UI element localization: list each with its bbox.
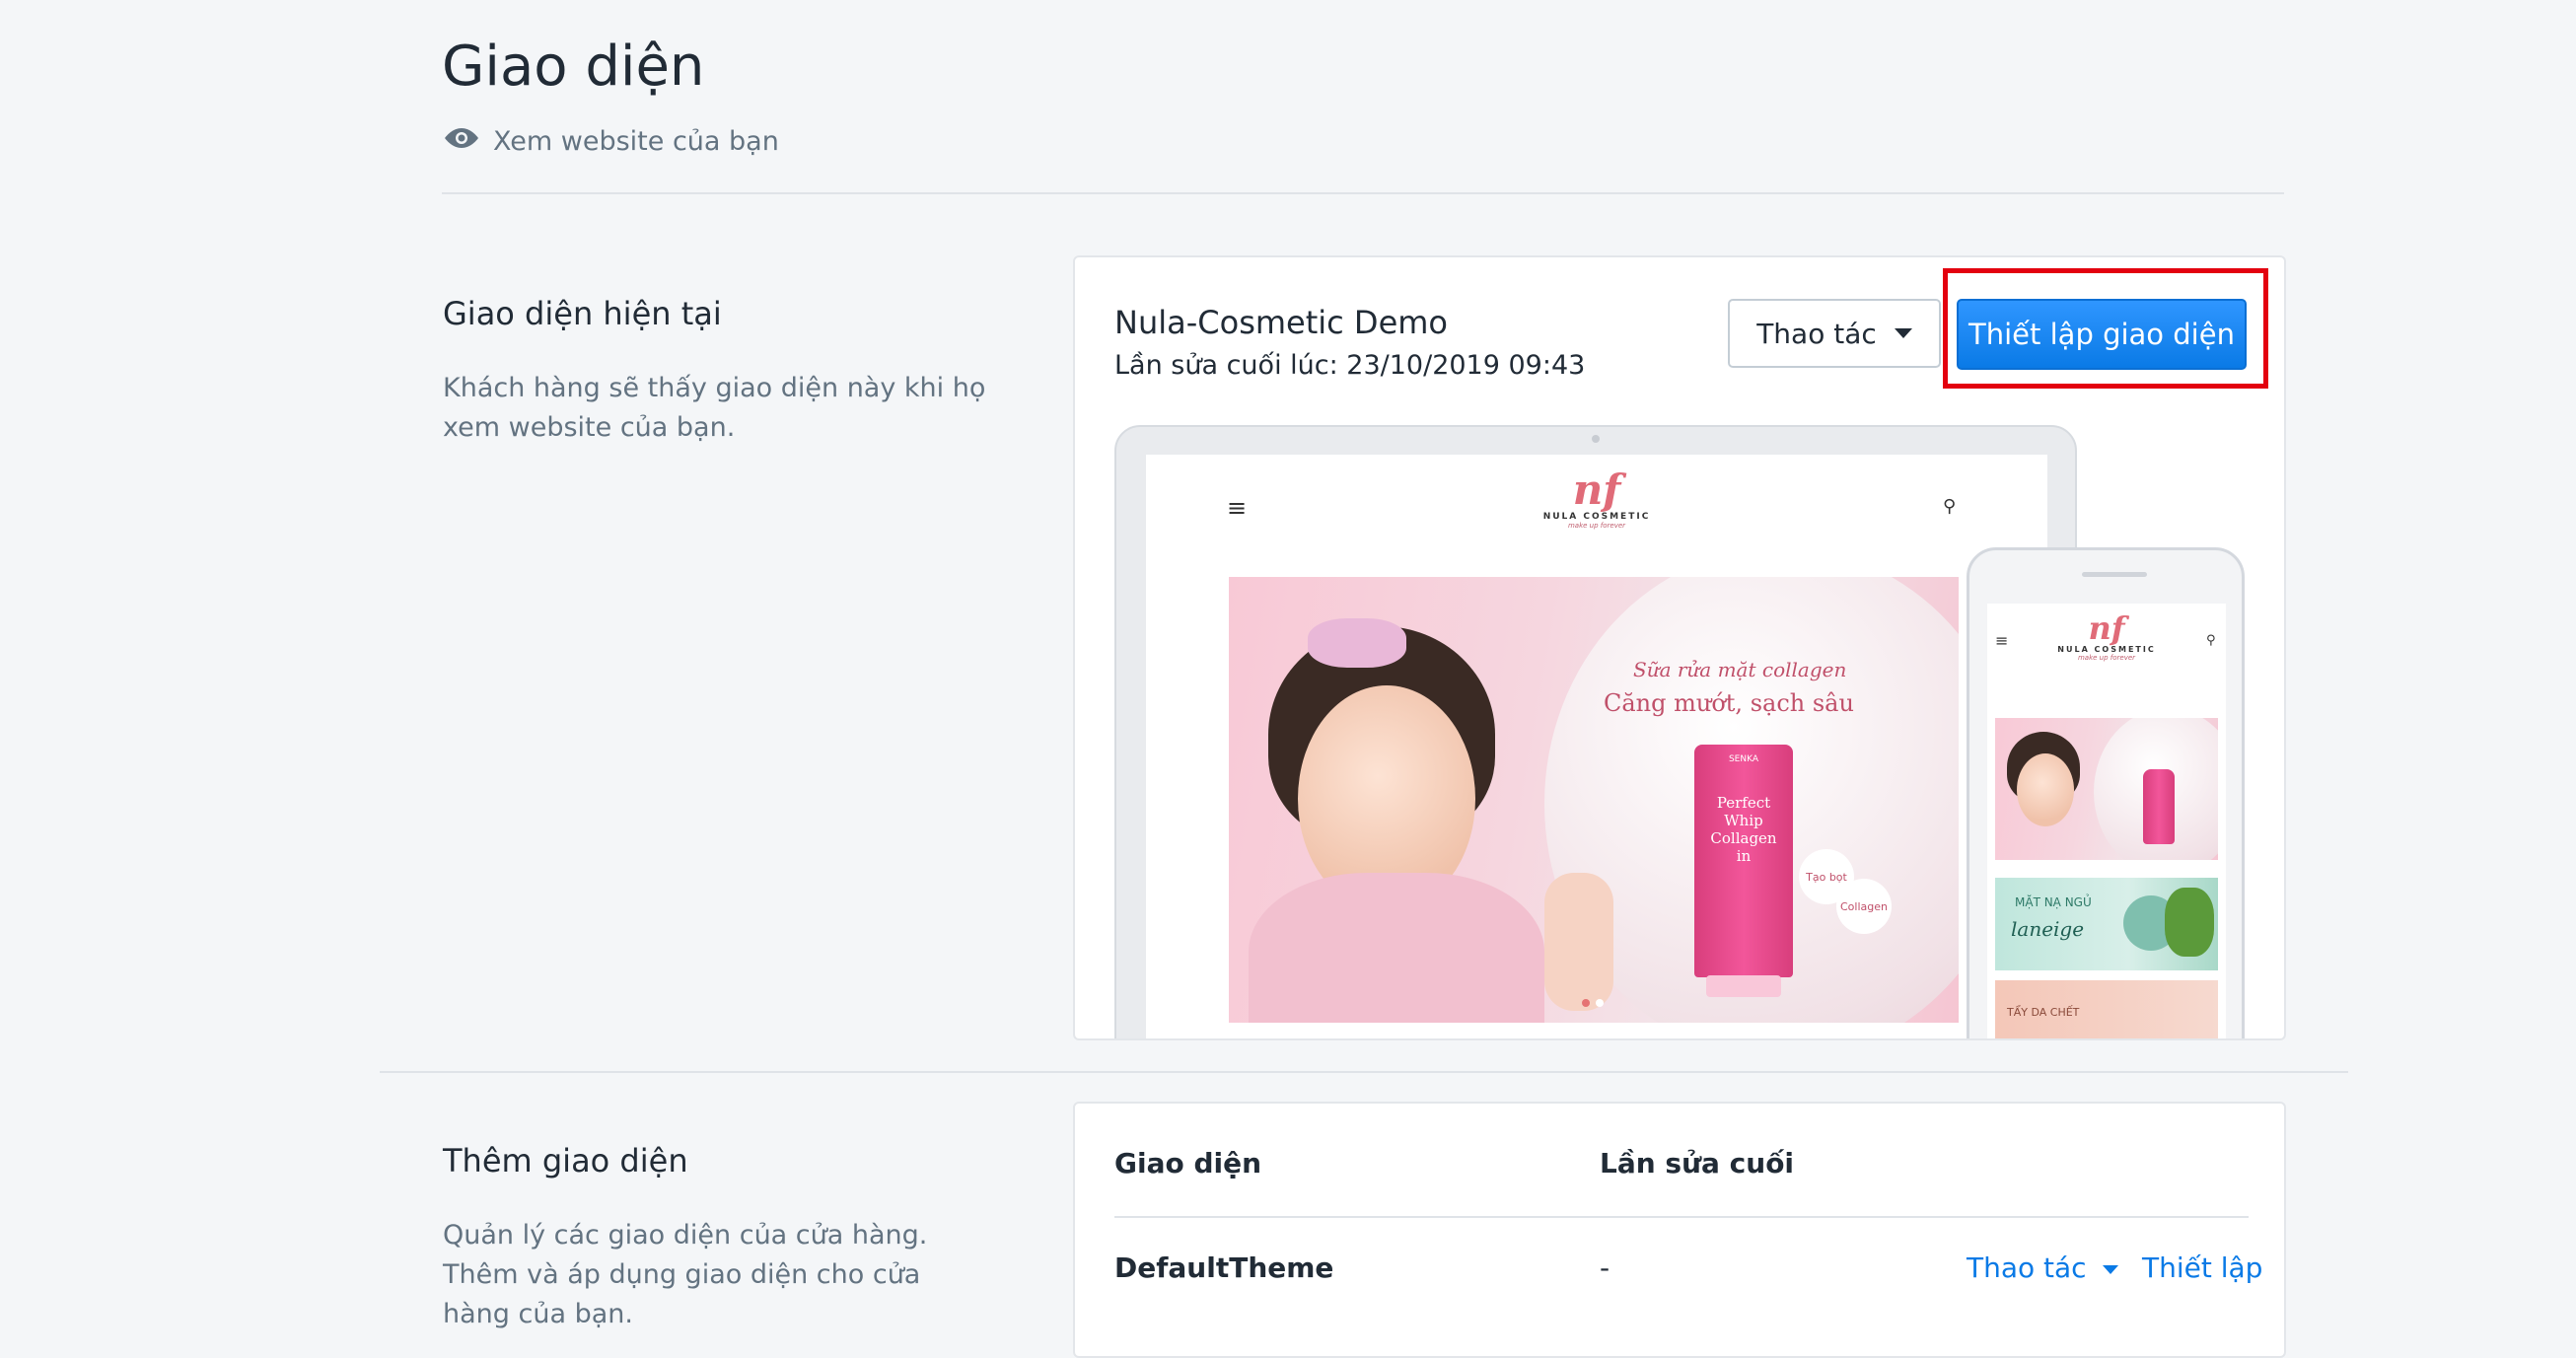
hero-banner: Sữa rửa mặt collagen Căng mướt, sạch sâu… <box>1229 577 1959 1023</box>
view-website-label: Xem website của bạn <box>493 126 779 157</box>
table-header-divider <box>1114 1216 2249 1218</box>
camera-dot <box>1592 435 1600 443</box>
row-setup-link[interactable]: Thiết lập <box>2142 1251 2262 1284</box>
theme-row-name: DefaultTheme <box>1114 1251 1334 1284</box>
caret-down-icon <box>1894 328 1912 338</box>
eye-icon <box>444 126 479 157</box>
mobile-site-logo: nf NULA COSMETIC make up forever <box>2057 609 2156 662</box>
current-theme-title: Giao diện hiện tại <box>443 295 722 332</box>
hand-shape <box>1544 873 1613 1011</box>
hamburger-menu-icon: ≡ <box>1227 494 1248 522</box>
theme-name: Nula-Cosmetic Demo <box>1114 304 1448 341</box>
mobile-leaves <box>2165 888 2214 957</box>
banner-headline: Sữa rửa mặt collagen <box>1633 658 1847 681</box>
shoulder-shape <box>1249 873 1544 1023</box>
theme-row-last-edited: - <box>1600 1251 1610 1284</box>
actions-dropdown-button[interactable]: Thao tác <box>1728 299 1941 368</box>
current-theme-description: Khách hàng sẽ thấy giao diện này khi họ … <box>443 373 986 443</box>
mobile-search-icon: ⚲ <box>2206 633 2216 648</box>
product-cap <box>1706 975 1781 997</box>
desktop-preview-screen: ≡ nf NULA COSMETIC make up forever ⚲ Sữa… <box>1146 455 2047 1038</box>
current-theme-card: Nula-Cosmetic Demo Lần sửa cuối lúc: 23/… <box>1073 255 2286 1040</box>
row-actions-dropdown[interactable]: Thao tác <box>1967 1251 2118 1284</box>
product-name: Perfect Whip Collagen in <box>1710 794 1777 865</box>
mobile-preview-frame: ≡ nf NULA COSMETIC make up forever ⚲ MẶT… <box>1967 547 2245 1038</box>
mobile-banner-laneige: MẶT NẠ NGỦ laneige <box>1995 878 2218 970</box>
themes-table-card: Giao diện Lần sửa cuối DefaultTheme - Th… <box>1073 1102 2286 1358</box>
mobile-banner-scrub: TẨY DA CHẾT <box>1995 980 2218 1038</box>
row-actions-label: Thao tác <box>1967 1251 2087 1284</box>
add-theme-description: Quản lý các giao diện của cửa hàng. Thêm… <box>443 1220 928 1329</box>
mobile-preview-screen: ≡ nf NULA COSMETIC make up forever ⚲ MẶT… <box>1987 604 2226 1038</box>
view-website-link[interactable]: Xem website của bạn <box>444 126 779 157</box>
badge-collagen: Collagen <box>1836 879 1892 934</box>
header-divider <box>442 192 2284 194</box>
product-tube: SENKA Perfect Whip Collagen in <box>1694 745 1793 977</box>
page-title: Giao diện <box>442 35 705 99</box>
section-divider <box>380 1071 2348 1073</box>
headband-bow <box>1308 618 1406 668</box>
column-header-theme: Giao diện <box>1114 1147 1262 1179</box>
banner-subheadline: Căng mướt, sạch sâu <box>1604 689 1854 717</box>
slider-dot-active <box>1582 999 1590 1007</box>
search-icon: ⚲ <box>1943 496 1957 517</box>
slider-dot <box>1596 999 1604 1007</box>
mobile-hero-banner <box>1995 718 2218 860</box>
theme-last-edited: Lần sửa cuối lúc: 23/10/2019 09:43 <box>1114 350 1586 381</box>
caret-down-icon <box>2102 1264 2118 1274</box>
actions-label: Thao tác <box>1756 317 1877 350</box>
phone-speaker <box>2082 572 2147 577</box>
product-brand: SENKA <box>1728 754 1759 764</box>
mobile-product-tube <box>2143 769 2175 844</box>
desktop-preview-frame: ≡ nf NULA COSMETIC make up forever ⚲ Sữa… <box>1114 425 2077 1038</box>
setup-theme-button[interactable]: Thiết lập giao diện <box>1957 299 2247 370</box>
column-header-last-edited: Lần sửa cuối <box>1600 1147 1795 1179</box>
mobile-hamburger-icon: ≡ <box>1995 631 2009 650</box>
mobile-face-shape <box>2017 753 2074 826</box>
site-logo: nf NULA COSMETIC make up forever <box>1542 465 1651 531</box>
add-theme-title: Thêm giao diện <box>443 1142 688 1179</box>
